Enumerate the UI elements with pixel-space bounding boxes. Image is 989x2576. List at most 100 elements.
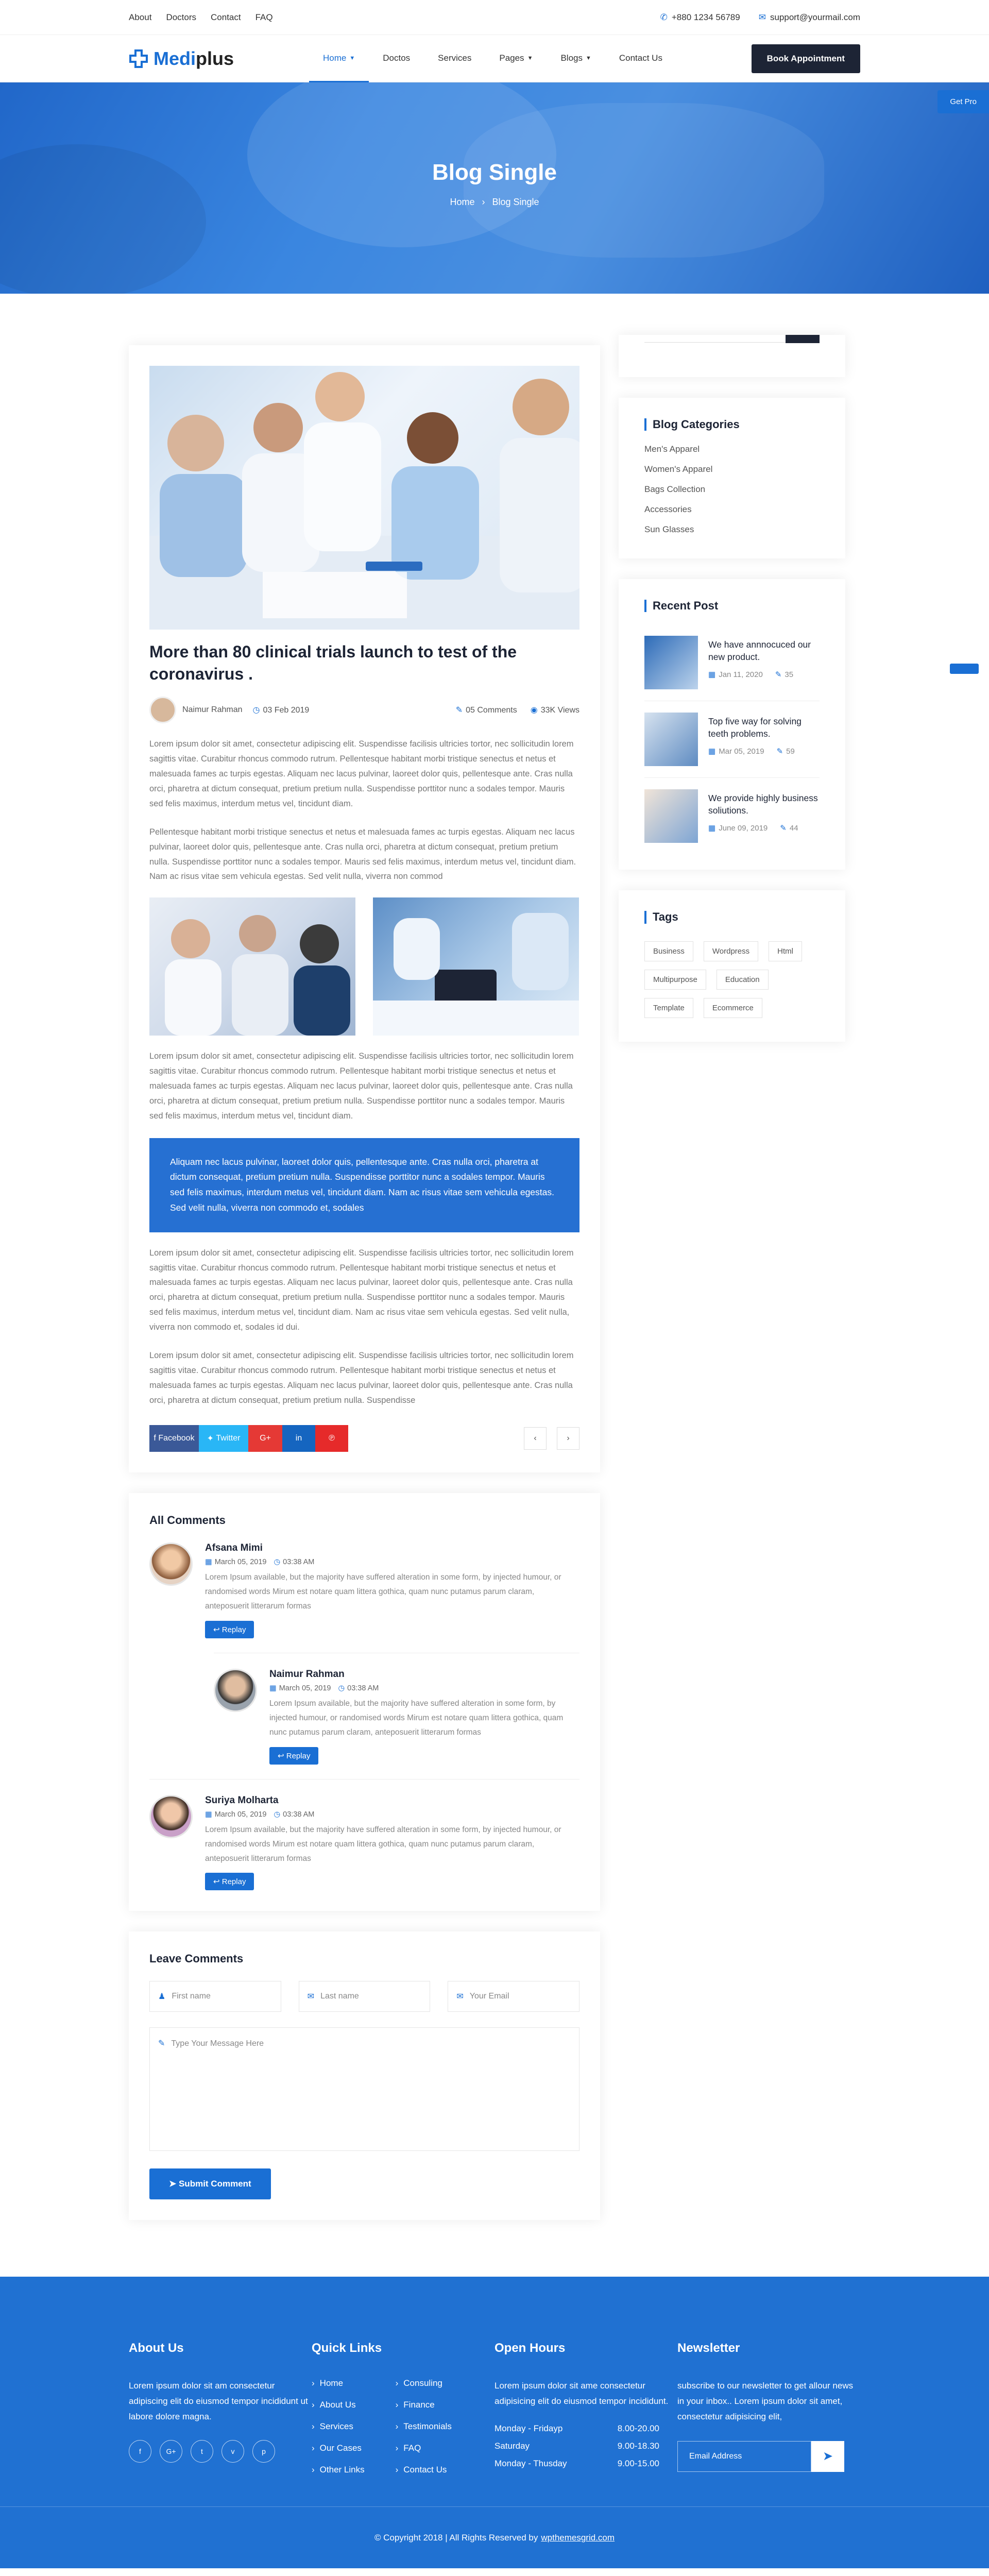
nav-home[interactable]: Home ▼ — [309, 35, 369, 82]
post-comments-count[interactable]: ✎ 05 Comments — [456, 705, 517, 715]
quick-link-label: Finance — [403, 2400, 435, 2410]
top-link-faq[interactable]: FAQ — [255, 12, 273, 23]
comment-date: ▦ March 05, 2019 — [205, 1558, 266, 1566]
quick-link[interactable]: › Testimonials — [396, 2421, 452, 2432]
medical-cross-icon — [129, 49, 148, 68]
clock-icon: ◷ — [338, 1684, 345, 1693]
quick-link[interactable]: › Our Cases — [312, 2443, 365, 2453]
comment-date-text: March 05, 2019 — [279, 1684, 331, 1693]
book-appointment-button[interactable]: Book Appointment — [751, 44, 860, 73]
newsletter-email-input[interactable]: Email Address — [677, 2441, 811, 2472]
leave-comment-form: Leave Comments ♟ First name ✉ Last name ✉ Y… — [129, 1931, 600, 2221]
category-list: Men's Apparel Women's Apparel Bags Colle… — [644, 444, 820, 535]
recent-post[interactable]: Top five way for solving teeth problems.… — [644, 701, 820, 778]
recent-posts-widget: Recent Post We have annnocuced our new p… — [619, 579, 845, 870]
tag[interactable]: Html — [769, 941, 802, 961]
quick-link[interactable]: › About Us — [312, 2400, 365, 2410]
recent-post[interactable]: We have annnocuced our new product. ▦ Jan… — [644, 624, 820, 702]
quick-link[interactable]: › Consuling — [396, 2378, 452, 2388]
article-paragraph: Lorem ipsum dolor sit amet, consectetur … — [149, 1052, 574, 1121]
reply-button[interactable]: ↩ Replay — [205, 1621, 254, 1639]
quick-link-label: Our Cases — [319, 2443, 362, 2453]
send-icon[interactable]: ➤ — [811, 2441, 844, 2472]
footer-newsletter-text: subscribe to our newsletter to get allou… — [677, 2381, 854, 2421]
top-link-about[interactable]: About — [129, 12, 151, 23]
category-item[interactable]: Men's Apparel — [644, 444, 820, 454]
nav-contact[interactable]: Contact Us — [605, 35, 676, 82]
nav-services[interactable]: Services — [424, 35, 485, 82]
quick-link[interactable]: › Home — [312, 2378, 365, 2388]
share-facebook-button[interactable]: f Facebook — [149, 1425, 199, 1452]
email-field[interactable]: ✉ Your Email — [448, 1981, 580, 2012]
post-pager: ‹ › — [524, 1427, 579, 1450]
top-link-contact[interactable]: Contact — [211, 12, 241, 23]
quick-link[interactable]: › FAQ — [396, 2443, 452, 2453]
comment-time-text: 03:38 AM — [283, 1558, 315, 1567]
category-item[interactable]: Women's Apparel — [644, 464, 820, 474]
tag[interactable]: Wordpress — [703, 941, 759, 961]
share-pinterest-button[interactable]: ℗ — [315, 1425, 348, 1452]
share-twitter-button[interactable]: ✦ Twitter — [199, 1425, 248, 1452]
google-plus-icon[interactable]: G+ — [160, 2439, 182, 2463]
category-item[interactable]: Bags Collection — [644, 484, 820, 495]
calendar-icon: ▦ — [205, 1558, 212, 1567]
category-item[interactable]: Sun Glasses — [644, 524, 820, 535]
chevron-down-icon: ▼ — [585, 55, 591, 61]
submit-comment-button[interactable]: ➤ Submit Comment — [149, 2168, 271, 2200]
sidebar: Blog Categories Men's Apparel Women's Ap… — [619, 335, 845, 1062]
next-post-button[interactable]: › — [557, 1427, 579, 1450]
chevron-right-icon: › — [395, 2378, 399, 2388]
recent-post-date: ▦ June 09, 2019 — [708, 823, 768, 833]
quick-link[interactable]: › Contact Us — [396, 2465, 452, 2475]
quick-link[interactable]: › Finance — [396, 2400, 452, 2410]
reply-button[interactable]: ↩ Replay — [269, 1747, 319, 1765]
message-textarea[interactable]: ✎ Type Your Message Here — [149, 2027, 579, 2151]
share-google-button[interactable]: G+ — [248, 1425, 282, 1452]
first-name-field[interactable]: ♟ First name — [149, 1981, 281, 2012]
copyright-link[interactable]: wpthemesgrid.com — [541, 2533, 615, 2543]
footer-about: About Us Lorem ipsum dolor sit am consec… — [129, 2341, 312, 2486]
nav-doctors[interactable]: Doctos — [369, 35, 424, 82]
nav-blogs[interactable]: Blogs ▼ — [547, 35, 605, 82]
last-name-field[interactable]: ✉ Last name — [298, 1981, 431, 2012]
recent-post-meta: ▦ Mar 05, 2019 ✎ 59 — [708, 747, 820, 756]
comment-text: Lorem Ipsum available, but the majority … — [205, 1573, 561, 1611]
twitter-icon[interactable]: t — [191, 2439, 213, 2463]
views-count-text: 33K Views — [540, 706, 579, 715]
quick-link[interactable]: › Services — [312, 2421, 365, 2432]
category-item[interactable]: Accessories — [644, 504, 820, 515]
tag[interactable]: Business — [644, 941, 693, 961]
post-stats: ✎ 05 Comments ◉ 33K Views — [456, 705, 579, 715]
share-linkedin-button[interactable]: in — [282, 1425, 315, 1452]
facebook-icon[interactable]: f — [129, 2439, 151, 2463]
logo-text-left: Medi — [154, 48, 196, 69]
reply-icon: ↩ — [213, 1625, 222, 1635]
comment-date-text: March 05, 2019 — [214, 1558, 267, 1567]
comments-icon: ✎ — [780, 823, 787, 833]
breadcrumb-home[interactable]: Home — [450, 197, 474, 208]
recent-post[interactable]: We provide highly business soliutions. ▦… — [644, 778, 820, 854]
floating-side-tab[interactable] — [950, 664, 979, 674]
prev-post-button[interactable]: ‹ — [524, 1427, 547, 1450]
search-button[interactable] — [786, 335, 820, 343]
vimeo-icon[interactable]: v — [221, 2439, 244, 2463]
quick-link[interactable]: › Other Links — [312, 2465, 365, 2475]
tag[interactable]: Template — [644, 997, 693, 1018]
reply-button[interactable]: ↩ Replay — [205, 1873, 254, 1891]
logo[interactable]: Mediplus — [129, 48, 309, 70]
top-link-doctors[interactable]: Doctors — [166, 12, 196, 23]
author-name[interactable]: Naimur Rahman — [182, 705, 242, 715]
social-links: f G+ t v p — [129, 2439, 312, 2463]
nav-pages[interactable]: Pages ▼ — [485, 35, 547, 82]
nav-pages-label: Pages — [499, 53, 524, 63]
top-email[interactable]: ✉ support@yourmail.com — [759, 12, 860, 23]
recent-post-thumb — [644, 789, 698, 843]
get-pro-button[interactable]: Get Pro — [937, 90, 989, 113]
tag[interactable]: Multipurpose — [644, 969, 706, 990]
tag[interactable]: Education — [716, 969, 769, 990]
pinterest-icon[interactable]: p — [252, 2439, 275, 2463]
main-content: More than 80 clinical trials launch to t… — [0, 294, 989, 2277]
tag[interactable]: Ecommerce — [703, 997, 762, 1018]
hours-day: Saturday — [494, 2441, 530, 2451]
recent-post-thumb — [644, 636, 698, 690]
